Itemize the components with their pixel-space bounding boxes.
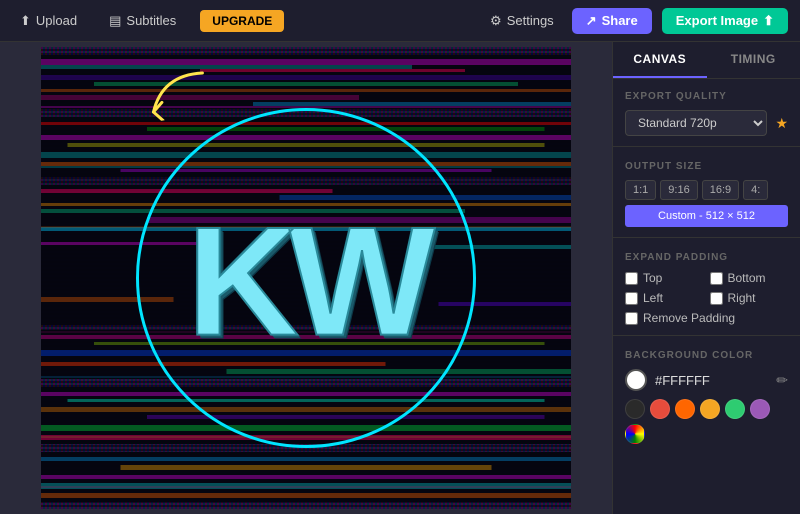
output-size-section: OUTPUT SIZE 1:1 9:16 16:9 4: Custom - 51… bbox=[613, 149, 800, 235]
swatch-green[interactable] bbox=[725, 399, 745, 419]
color-hex-value: #FFFFFF bbox=[655, 373, 768, 388]
share-label: Share bbox=[602, 13, 638, 28]
export-icon: ⬆ bbox=[763, 13, 774, 29]
upload-label: Upload bbox=[36, 13, 77, 28]
swatch-purple[interactable] bbox=[750, 399, 770, 419]
bg-color-section: BACKGROUND COLOR #FFFFFF ✏ bbox=[613, 338, 800, 452]
settings-button[interactable]: ⚙ Settings bbox=[482, 9, 562, 33]
swatch-gradient[interactable] bbox=[625, 424, 645, 444]
top-checkbox[interactable] bbox=[625, 272, 638, 285]
swatch-orange[interactable] bbox=[675, 399, 695, 419]
right-checkbox-row[interactable]: Right bbox=[710, 291, 789, 305]
size-custom-button[interactable]: Custom - 512 × 512 bbox=[625, 205, 788, 227]
remove-padding-label: Remove Padding bbox=[643, 311, 735, 325]
canvas-area[interactable]: KW bbox=[0, 42, 612, 514]
main-area: KW CANVAS TIMING EXPORT QUALITY Standard… bbox=[0, 42, 800, 514]
color-swatch-main[interactable] bbox=[625, 369, 647, 391]
tab-canvas[interactable]: CANVAS bbox=[613, 42, 707, 78]
top-label: Top bbox=[643, 271, 662, 285]
export-quality-section: EXPORT QUALITY Standard 720p ★ bbox=[613, 79, 800, 144]
panel-tabs: CANVAS TIMING bbox=[613, 42, 800, 79]
left-label: Left bbox=[643, 291, 663, 305]
topbar-right: ⚙ Settings ↗ Share Export Image ⬆ bbox=[482, 8, 788, 34]
share-button[interactable]: ↗ Share bbox=[572, 8, 652, 34]
color-swatches bbox=[625, 399, 788, 444]
swatch-yellow[interactable] bbox=[700, 399, 720, 419]
left-checkbox-row[interactable]: Left bbox=[625, 291, 704, 305]
export-label: Export Image bbox=[676, 13, 758, 28]
tab-timing[interactable]: TIMING bbox=[707, 42, 800, 78]
canvas-image: KW bbox=[41, 47, 571, 509]
right-checkbox[interactable] bbox=[710, 292, 723, 305]
bottom-checkbox-row[interactable]: Bottom bbox=[710, 271, 789, 285]
bottom-checkbox[interactable] bbox=[710, 272, 723, 285]
expand-padding-section: EXPAND PADDING Top Bottom Left Right bbox=[613, 240, 800, 333]
topbar: ⬆ Upload ▤ Subtitles UPGRADE ⚙ Settings … bbox=[0, 0, 800, 42]
quality-select[interactable]: Standard 720p bbox=[625, 110, 767, 136]
eyedropper-icon[interactable]: ✏ bbox=[776, 372, 788, 389]
divider-1 bbox=[613, 146, 800, 147]
expand-grid: Top Bottom Left Right bbox=[625, 271, 788, 305]
subtitles-label: Subtitles bbox=[126, 13, 176, 28]
subtitles-icon: ▤ bbox=[109, 13, 121, 29]
color-display: #FFFFFF ✏ bbox=[625, 369, 788, 391]
size-16-9-button[interactable]: 16:9 bbox=[702, 180, 739, 200]
topbar-left: ⬆ Upload ▤ Subtitles UPGRADE bbox=[12, 9, 482, 33]
swatch-red[interactable] bbox=[650, 399, 670, 419]
size-4-button[interactable]: 4: bbox=[743, 180, 768, 200]
output-size-label: OUTPUT SIZE bbox=[625, 161, 788, 172]
left-checkbox[interactable] bbox=[625, 292, 638, 305]
divider-3 bbox=[613, 335, 800, 336]
size-9-16-button[interactable]: 9:16 bbox=[660, 180, 697, 200]
share-icon: ↗ bbox=[586, 13, 597, 29]
size-options: 1:1 9:16 16:9 4: bbox=[625, 180, 788, 200]
right-panel: CANVAS TIMING EXPORT QUALITY Standard 72… bbox=[612, 42, 800, 514]
quality-row: Standard 720p ★ bbox=[625, 110, 788, 136]
star-icon: ★ bbox=[775, 115, 788, 132]
swatch-dark[interactable] bbox=[625, 399, 645, 419]
top-checkbox-row[interactable]: Top bbox=[625, 271, 704, 285]
kw-logo-text: KW bbox=[187, 204, 425, 359]
settings-label: Settings bbox=[507, 13, 554, 28]
divider-2 bbox=[613, 237, 800, 238]
remove-padding-checkbox[interactable] bbox=[625, 312, 638, 325]
bottom-label: Bottom bbox=[728, 271, 766, 285]
export-quality-label: EXPORT QUALITY bbox=[625, 91, 788, 102]
upload-icon: ⬆ bbox=[20, 13, 31, 29]
upgrade-button[interactable]: UPGRADE bbox=[200, 10, 284, 32]
expand-padding-label: EXPAND PADDING bbox=[625, 252, 788, 263]
bg-color-label: BACKGROUND COLOR bbox=[625, 350, 788, 361]
settings-icon: ⚙ bbox=[490, 13, 502, 29]
subtitles-button[interactable]: ▤ Subtitles bbox=[101, 9, 184, 33]
size-1-1-button[interactable]: 1:1 bbox=[625, 180, 656, 200]
remove-padding-row[interactable]: Remove Padding bbox=[625, 311, 788, 325]
right-label: Right bbox=[728, 291, 756, 305]
export-button[interactable]: Export Image ⬆ bbox=[662, 8, 788, 34]
upload-button[interactable]: ⬆ Upload bbox=[12, 9, 85, 33]
